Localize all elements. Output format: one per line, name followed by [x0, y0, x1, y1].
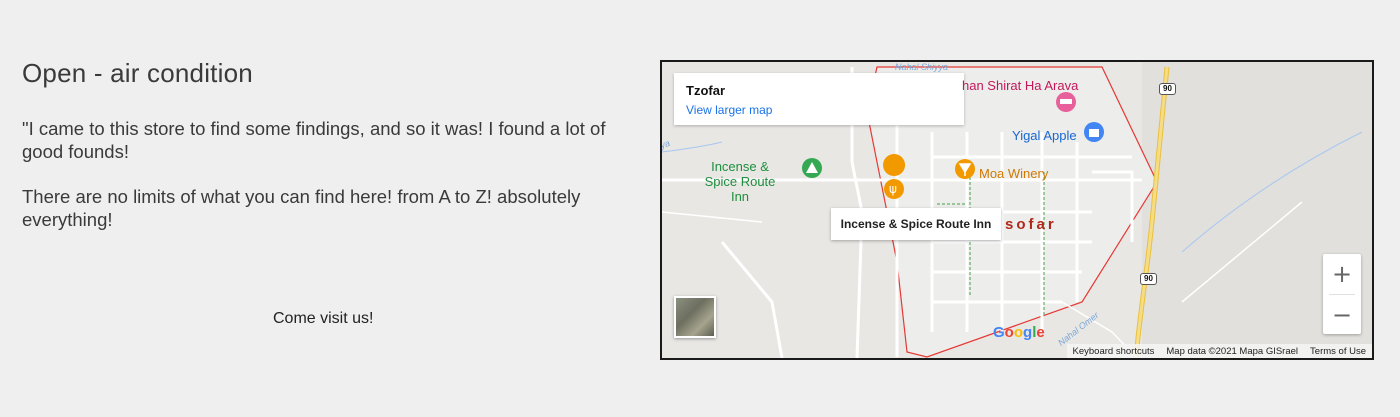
text-column: Open - air condition "I came to this sto…: [22, 58, 642, 231]
route-badge-1: 90: [1159, 83, 1176, 95]
campground-pin[interactable]: [802, 158, 822, 178]
campground-label[interactable]: Incense & Spice Route Inn: [700, 159, 780, 204]
page-title: Open - air condition: [22, 58, 253, 88]
zoom-in-button[interactable]: +: [1323, 254, 1361, 294]
winery-pin[interactable]: [955, 159, 975, 179]
zoom-controls: + −: [1323, 254, 1361, 334]
satellite-toggle[interactable]: [674, 296, 716, 338]
embedded-map[interactable]: ψ Tzofar View larger map Nahal Shiyya yy…: [660, 60, 1374, 360]
restaurant-tooltip: Incense & Spice Route Inn: [831, 208, 1001, 240]
svg-text:ψ: ψ: [889, 182, 897, 196]
review-paragraph-1: "I came to this store to find some findi…: [22, 118, 606, 162]
river-label-1: Nahal Shiyya: [895, 62, 949, 72]
winery-label[interactable]: Moa Winery: [979, 166, 1048, 181]
hotel-label[interactable]: han Shirat Ha Arava: [962, 78, 1078, 93]
review-paragraph-2: There are no limits of what you can find…: [22, 186, 581, 230]
terms-of-use-link[interactable]: Terms of Use: [1304, 346, 1372, 357]
hotel-pin[interactable]: [1056, 92, 1076, 112]
yigal-apple-label[interactable]: Yigal Apple: [1012, 128, 1077, 143]
map-place-name: Tzofar: [686, 83, 725, 98]
map-footer: Keyboard shortcuts Map data ©2021 Mapa G…: [1066, 344, 1372, 358]
visit-us-text: Come visit us!: [273, 310, 374, 327]
map-info-card: Tzofar View larger map: [674, 73, 964, 125]
google-logo: Google: [993, 324, 1045, 341]
view-larger-map-link[interactable]: View larger map: [686, 103, 772, 117]
town-label: sofar: [1005, 216, 1057, 233]
zoom-out-button[interactable]: −: [1323, 295, 1361, 335]
keyboard-shortcuts-link[interactable]: Keyboard shortcuts: [1067, 346, 1161, 357]
route-badge-2: 90: [1140, 273, 1157, 285]
shop-pin[interactable]: [1084, 122, 1104, 142]
map-data-attribution: Map data ©2021 Mapa GISrael: [1166, 345, 1299, 357]
